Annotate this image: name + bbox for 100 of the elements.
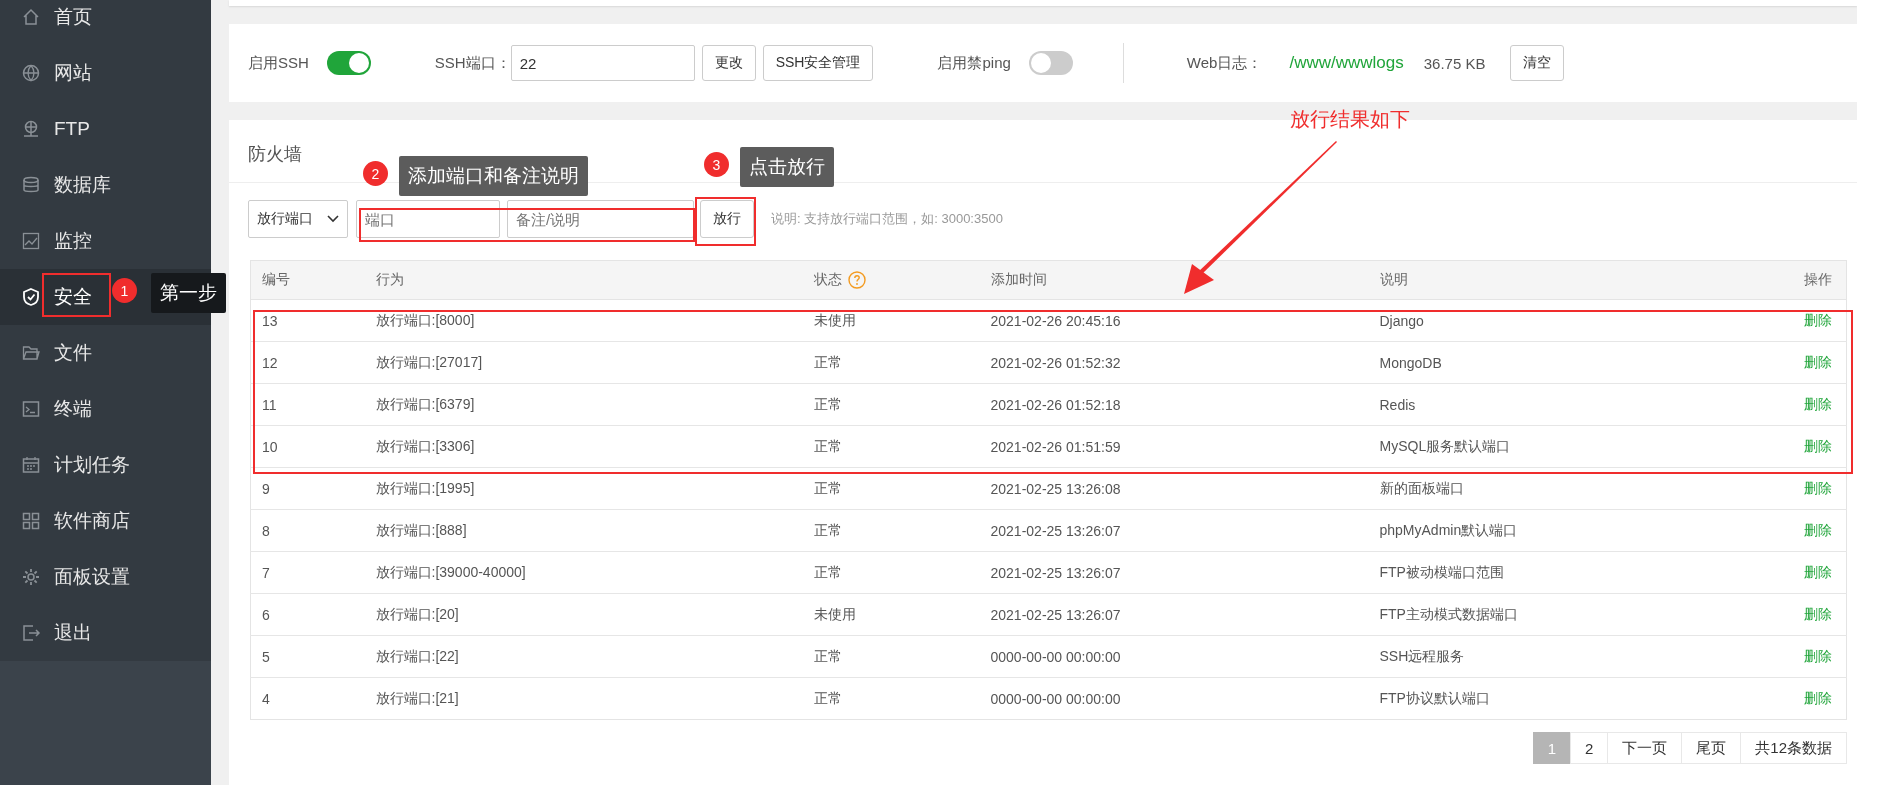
- globe-icon: [21, 63, 41, 83]
- clear-button[interactable]: 清空: [1510, 45, 1565, 81]
- total-count: 共12条数据: [1740, 732, 1847, 764]
- sidebar-item[interactable]: 网站: [0, 45, 211, 101]
- grid-icon: [21, 511, 41, 531]
- step-callout: 添加端口和备注说明: [399, 156, 588, 196]
- sidebar-item[interactable]: 数据库: [0, 157, 211, 213]
- table-cell: 2021-02-26 20:45:16: [979, 299, 1369, 342]
- table-cell: 5: [250, 635, 365, 678]
- change-button[interactable]: 更改: [701, 45, 756, 81]
- table-cell: phpMyAdmin默认端口: [1368, 509, 1721, 552]
- table-cell: 放行端口:[39000-40000]: [364, 551, 803, 594]
- log-label: Web日志：: [1186, 53, 1263, 73]
- log-size: 36.75 KB: [1423, 54, 1486, 72]
- terminal-icon: [21, 399, 41, 419]
- table-cell: FTP被动模端口范围: [1368, 551, 1721, 594]
- table-cell: MySQL服务默认端口: [1368, 425, 1721, 468]
- table-cell: Django: [1368, 299, 1721, 342]
- table-cell: 正常: [802, 635, 980, 678]
- annotation-frame: [42, 273, 111, 317]
- column-header: 行为: [364, 260, 803, 300]
- sidebar-item[interactable]: 终端: [0, 381, 211, 437]
- table-cell: 未使用: [802, 593, 980, 636]
- sidebar-item[interactable]: 面板设置: [0, 549, 211, 605]
- column-header: 状态: [813, 271, 842, 289]
- table-cell: MongoDB: [1368, 341, 1721, 384]
- rule-dropdown[interactable]: 放行端口: [248, 200, 348, 238]
- port-label: SSH端口：: [434, 53, 511, 73]
- network-globe-icon: [21, 119, 41, 139]
- table-cell: 10: [250, 425, 365, 468]
- table-cell: 放行端口:[3306]: [364, 425, 803, 468]
- column-header: 操作: [1720, 260, 1847, 300]
- table-cell: 11: [250, 383, 365, 426]
- table-cell: 放行端口:[1995]: [364, 467, 803, 510]
- table-cell: FTP协议默认端口: [1368, 677, 1721, 720]
- help-icon[interactable]: [847, 271, 866, 289]
- table-cell: 2021-02-26 01:52:32: [979, 341, 1369, 384]
- next-page-button[interactable]: 下一页: [1607, 732, 1683, 764]
- database-icon: [21, 175, 41, 195]
- table-cell: 6: [250, 593, 365, 636]
- table-cell: 正常: [802, 551, 980, 594]
- sidebar-item[interactable]: 计划任务: [0, 437, 211, 493]
- table-cell: 放行端口:[22]: [364, 635, 803, 678]
- table-cell: 0000-00-00 00:00:00: [979, 677, 1369, 720]
- table-cell: 2021-02-25 13:26:07: [979, 551, 1369, 594]
- table-cell: 2021-02-25 13:26:08: [979, 467, 1369, 510]
- table-cell: 正常: [802, 509, 980, 552]
- table-cell: 放行端口:[8000]: [364, 299, 803, 342]
- table-cell: 9: [250, 467, 365, 510]
- note-input[interactable]: 备注/说明: [507, 200, 694, 238]
- table-cell: 12: [250, 341, 365, 384]
- table-cell: 4: [250, 677, 365, 720]
- exit-icon: [21, 623, 41, 643]
- step-callout: 点击放行: [740, 147, 834, 187]
- sidebar-item[interactable]: 文件: [0, 325, 211, 381]
- toggle-switch[interactable]: [326, 51, 371, 75]
- page-button[interactable]: 2: [1569, 732, 1609, 764]
- table-cell: 正常: [802, 467, 980, 510]
- table-cell: 7: [250, 551, 365, 594]
- table-cell: 正常: [802, 341, 980, 384]
- column-header: 说明: [1368, 260, 1721, 300]
- port-field[interactable]: 22: [510, 45, 695, 81]
- allow-button[interactable]: 放行: [700, 200, 754, 238]
- sidebar-item[interactable]: 软件商店: [0, 493, 211, 549]
- sidebar-item[interactable]: 退出: [0, 605, 211, 661]
- shield-icon: [21, 287, 41, 307]
- table-cell: 正常: [802, 383, 980, 426]
- sidebar-item[interactable]: 首页: [0, 0, 211, 45]
- calendar-icon: [21, 455, 41, 475]
- column-header: 编号: [250, 260, 365, 300]
- table-cell: 2021-02-26 01:51:59: [979, 425, 1369, 468]
- table-cell: 2021-02-26 01:52:18: [979, 383, 1369, 426]
- chart-icon: [21, 231, 41, 251]
- step-callout: 第一步: [151, 273, 226, 313]
- home-icon: [21, 7, 41, 27]
- table-cell: 放行端口:[20]: [364, 593, 803, 636]
- toggle-switch[interactable]: [1028, 51, 1073, 75]
- port-input[interactable]: 端口: [356, 200, 500, 238]
- table-cell: 放行端口:[21]: [364, 677, 803, 720]
- ssh-manage-button[interactable]: SSH安全管理: [762, 45, 874, 81]
- table-cell: 放行端口:[27017]: [364, 341, 803, 384]
- column-header: 添加时间: [979, 260, 1369, 300]
- annotation-note: 放行结果如下: [1290, 107, 1410, 132]
- table-cell: 新的面板端口: [1368, 467, 1721, 510]
- sidebar-item[interactable]: 监控: [0, 213, 211, 269]
- table-cell: 放行端口:[6379]: [364, 383, 803, 426]
- hint-text: 说明: 支持放行端口范围，如: 3000:3500: [771, 210, 1003, 228]
- ssh-label: 启用SSH: [248, 53, 309, 73]
- table-cell: FTP主动模式数据端口: [1368, 593, 1721, 636]
- table-cell: 2021-02-25 13:26:07: [979, 509, 1369, 552]
- sidebar-item[interactable]: FTP: [0, 101, 211, 157]
- table-cell: 8: [250, 509, 365, 552]
- table-cell: 2021-02-25 13:26:07: [979, 593, 1369, 636]
- table-cell: 正常: [802, 677, 980, 720]
- last-page-button[interactable]: 尾页: [1681, 732, 1742, 764]
- table-cell: 0000-00-00 00:00:00: [979, 635, 1369, 678]
- ping-label: 启用禁ping: [937, 53, 1011, 73]
- folder-icon: [21, 343, 41, 363]
- table-cell: 放行端口:[888]: [364, 509, 803, 552]
- table-cell: 未使用: [802, 299, 980, 342]
